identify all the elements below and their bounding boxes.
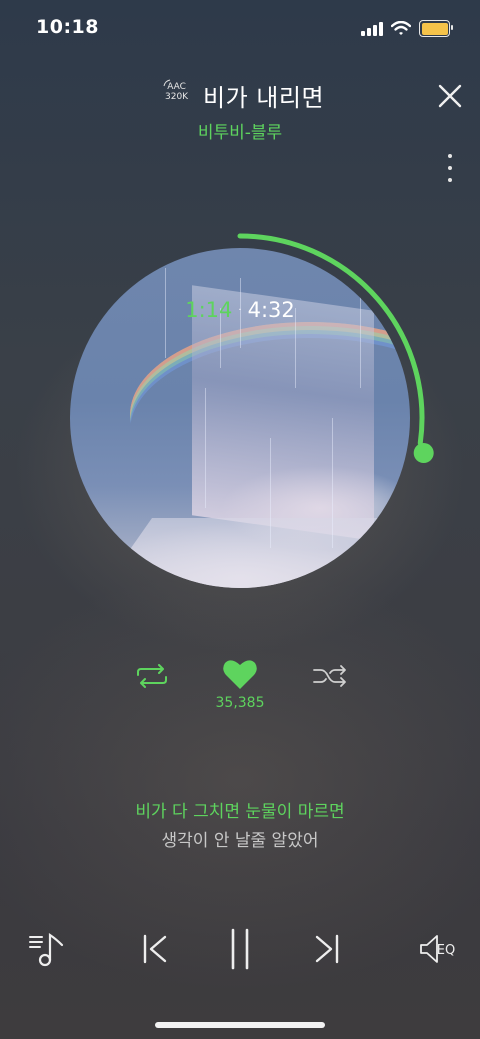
- audio-quality-badge: AAC 320K: [163, 79, 189, 102]
- more-dot: [448, 154, 452, 158]
- previous-icon: [143, 934, 167, 964]
- lyric-current-line[interactable]: 비가 다 그치면 눈물이 마르면: [0, 797, 480, 822]
- next-icon: [315, 934, 339, 964]
- close-button[interactable]: [434, 80, 466, 112]
- shuffle-icon: [313, 665, 346, 687]
- signal-arc-icon: [163, 79, 171, 87]
- signal-icon: [361, 21, 383, 36]
- battery-icon: [419, 20, 453, 37]
- pause-icon: [231, 928, 249, 970]
- pause-button[interactable]: [220, 925, 260, 973]
- progress-knob[interactable]: [413, 442, 434, 463]
- lyric-next-line[interactable]: 생각이 안 날줄 알았어: [0, 826, 480, 851]
- status-time: 10:18: [36, 16, 99, 38]
- time-separator: ·: [238, 305, 242, 316]
- home-indicator[interactable]: [155, 1022, 325, 1028]
- album-art-player: 1:14 · 4:32: [40, 218, 440, 618]
- song-title: 비가 내리면: [203, 84, 325, 112]
- more-options-button[interactable]: [440, 150, 460, 186]
- repeat-button[interactable]: [132, 658, 172, 694]
- status-icons: [361, 20, 453, 37]
- like-button[interactable]: [220, 656, 260, 692]
- equalizer-button[interactable]: EQ: [412, 925, 462, 973]
- total-time: 4:32: [247, 298, 295, 322]
- more-dot: [448, 178, 452, 182]
- close-icon: [438, 84, 462, 108]
- playlist-button[interactable]: [24, 925, 68, 973]
- next-button[interactable]: [308, 925, 348, 973]
- quality-bitrate: 320K: [165, 92, 189, 102]
- heart-icon: [223, 660, 257, 689]
- like-count: 35,385: [215, 695, 265, 711]
- time-display: 1:14 · 4:32: [40, 298, 440, 322]
- shuffle-button[interactable]: [310, 658, 350, 694]
- current-time: 1:14: [185, 298, 233, 322]
- eq-label: EQ: [436, 942, 456, 958]
- wifi-icon: [391, 21, 411, 35]
- progress-ring[interactable]: [40, 218, 440, 618]
- artist-name[interactable]: 비투비-블루: [0, 118, 480, 143]
- more-dot: [448, 166, 452, 170]
- previous-button[interactable]: [134, 925, 174, 973]
- playlist-icon: [29, 932, 64, 967]
- repeat-icon: [137, 664, 167, 688]
